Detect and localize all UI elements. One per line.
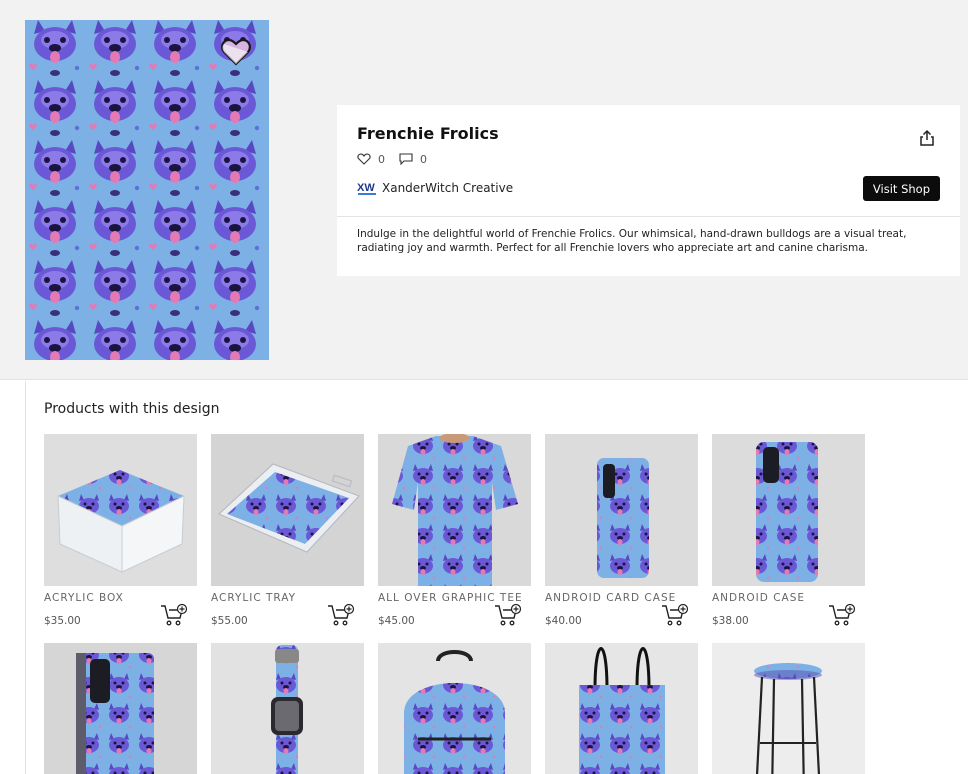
likes-count: 0	[378, 152, 385, 166]
design-info-card: Frenchie Frolics 0 0 XW XanderWitch Crea…	[337, 105, 960, 276]
design-artwork[interactable]	[25, 20, 269, 360]
comments-stat[interactable]: 0	[399, 153, 427, 166]
add-to-cart-icon[interactable]	[160, 603, 188, 627]
product-image-bar-stool[interactable]	[712, 643, 865, 774]
product-image-backpack[interactable]	[378, 643, 531, 774]
product-image-tee[interactable]	[378, 434, 531, 586]
product-image-tote-bag[interactable]	[545, 643, 698, 774]
section-rule	[25, 381, 26, 774]
product-card[interactable]	[44, 643, 197, 774]
artist-logo: XW	[357, 182, 376, 195]
product-price: $40.00	[545, 615, 582, 627]
product-image-wallet-case[interactable]	[44, 643, 197, 774]
product-price: $55.00	[211, 615, 248, 627]
design-header: Frenchie Frolics 0 0 XW XanderWitch Crea…	[0, 0, 968, 380]
product-price: $38.00	[712, 615, 749, 627]
product-card[interactable]: ACRYLIC TRAY $55.00	[211, 434, 364, 627]
add-to-cart-icon[interactable]	[327, 603, 355, 627]
card-divider	[337, 216, 960, 217]
svg-text:XW: XW	[357, 182, 375, 194]
product-image-watch-band[interactable]	[211, 643, 364, 774]
product-card[interactable]	[545, 643, 698, 774]
products-section-title: Products with this design	[44, 401, 220, 417]
speech-bubble-icon	[399, 153, 413, 165]
artist-link[interactable]: XW XanderWitch Creative	[357, 179, 513, 197]
design-stats: 0 0	[357, 152, 441, 166]
add-to-cart-icon[interactable]	[494, 603, 522, 627]
comments-count: 0	[420, 152, 427, 166]
product-card[interactable]: ACRYLIC BOX $35.00	[44, 434, 197, 627]
product-image-android-case[interactable]	[712, 434, 865, 586]
product-card[interactable]	[211, 643, 364, 774]
product-image-acrylic-box[interactable]	[44, 434, 197, 586]
product-card[interactable]: ANDROID CARD CASE $40.00	[545, 434, 698, 627]
share-icon[interactable]	[918, 129, 936, 147]
product-image-card-case[interactable]	[545, 434, 698, 586]
likes-stat[interactable]: 0	[357, 153, 385, 166]
product-image-acrylic-tray[interactable]	[211, 434, 364, 586]
product-card[interactable]	[378, 643, 531, 774]
visit-shop-button[interactable]: Visit Shop	[862, 176, 940, 201]
frenchie-pattern-image	[25, 20, 269, 360]
artist-name: XanderWitch Creative	[382, 181, 514, 195]
favorite-button[interactable]	[219, 35, 253, 69]
design-title: Frenchie Frolics	[357, 124, 499, 143]
product-price: $35.00	[44, 615, 81, 627]
product-card[interactable]	[712, 643, 865, 774]
heart-handshake-icon	[357, 153, 371, 165]
product-card[interactable]: ALL OVER GRAPHIC TEE $45.00	[378, 434, 531, 627]
add-to-cart-icon[interactable]	[828, 603, 856, 627]
product-price: $45.00	[378, 615, 415, 627]
design-description: Indulge in the delightful world of Frenc…	[357, 228, 907, 254]
heart-icon	[221, 38, 251, 66]
add-to-cart-icon[interactable]	[661, 603, 689, 627]
product-card[interactable]: ANDROID CASE $38.00	[712, 434, 865, 627]
